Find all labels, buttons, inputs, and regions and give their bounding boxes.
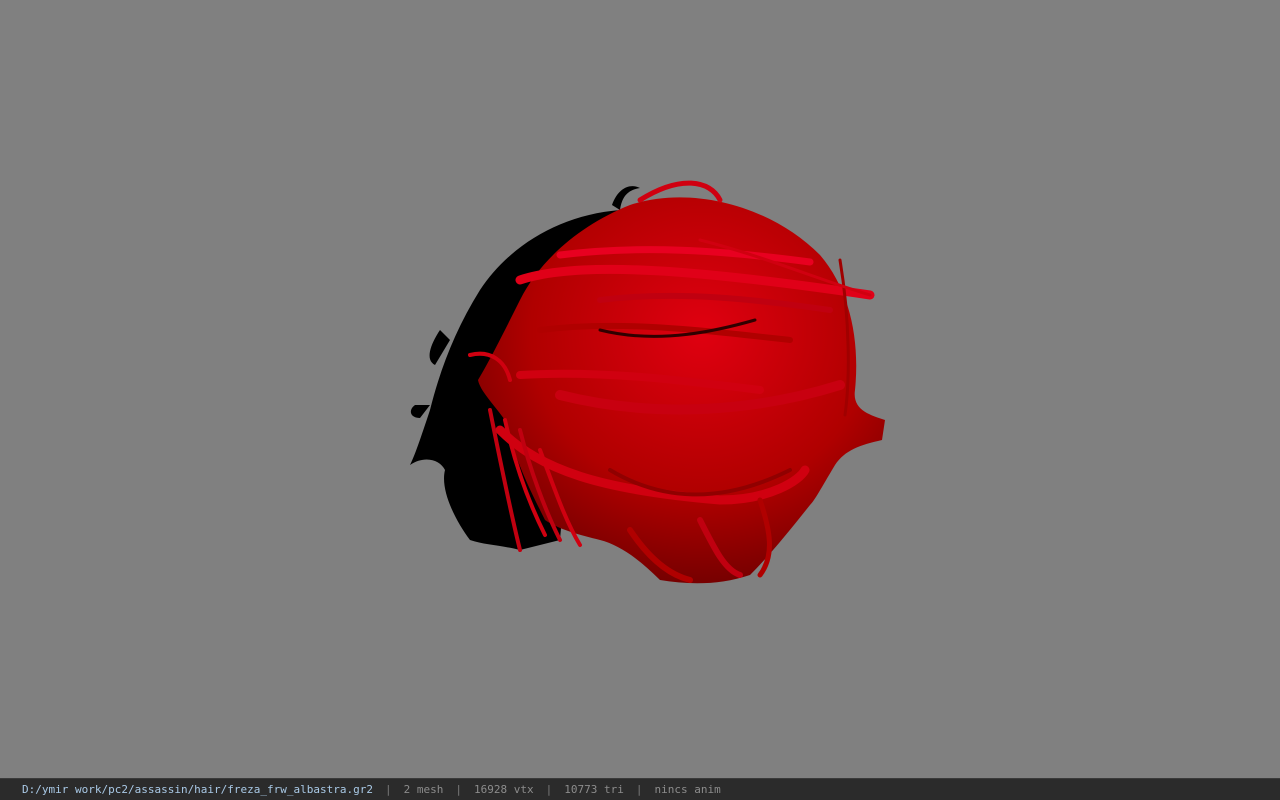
file-path-label: D:/ymir work/pc2/assassin/hair/freza_frw… [22, 783, 373, 796]
status-separator: | [635, 783, 643, 796]
status-separator: | [385, 783, 392, 796]
status-bar: D:/ymir work/pc2/assassin/hair/freza_frw… [0, 778, 1280, 800]
triangle-count-label: 10773 tri [564, 783, 624, 796]
3d-viewport[interactable] [0, 0, 1280, 778]
animation-status-label: nincs anim [654, 783, 721, 796]
status-separator: | [455, 783, 462, 796]
mesh-count-label: 2 mesh [403, 783, 444, 796]
hair-model-render [410, 180, 885, 584]
status-separator: | [545, 783, 553, 796]
vertex-count-label: 16928 vtx [474, 783, 534, 796]
